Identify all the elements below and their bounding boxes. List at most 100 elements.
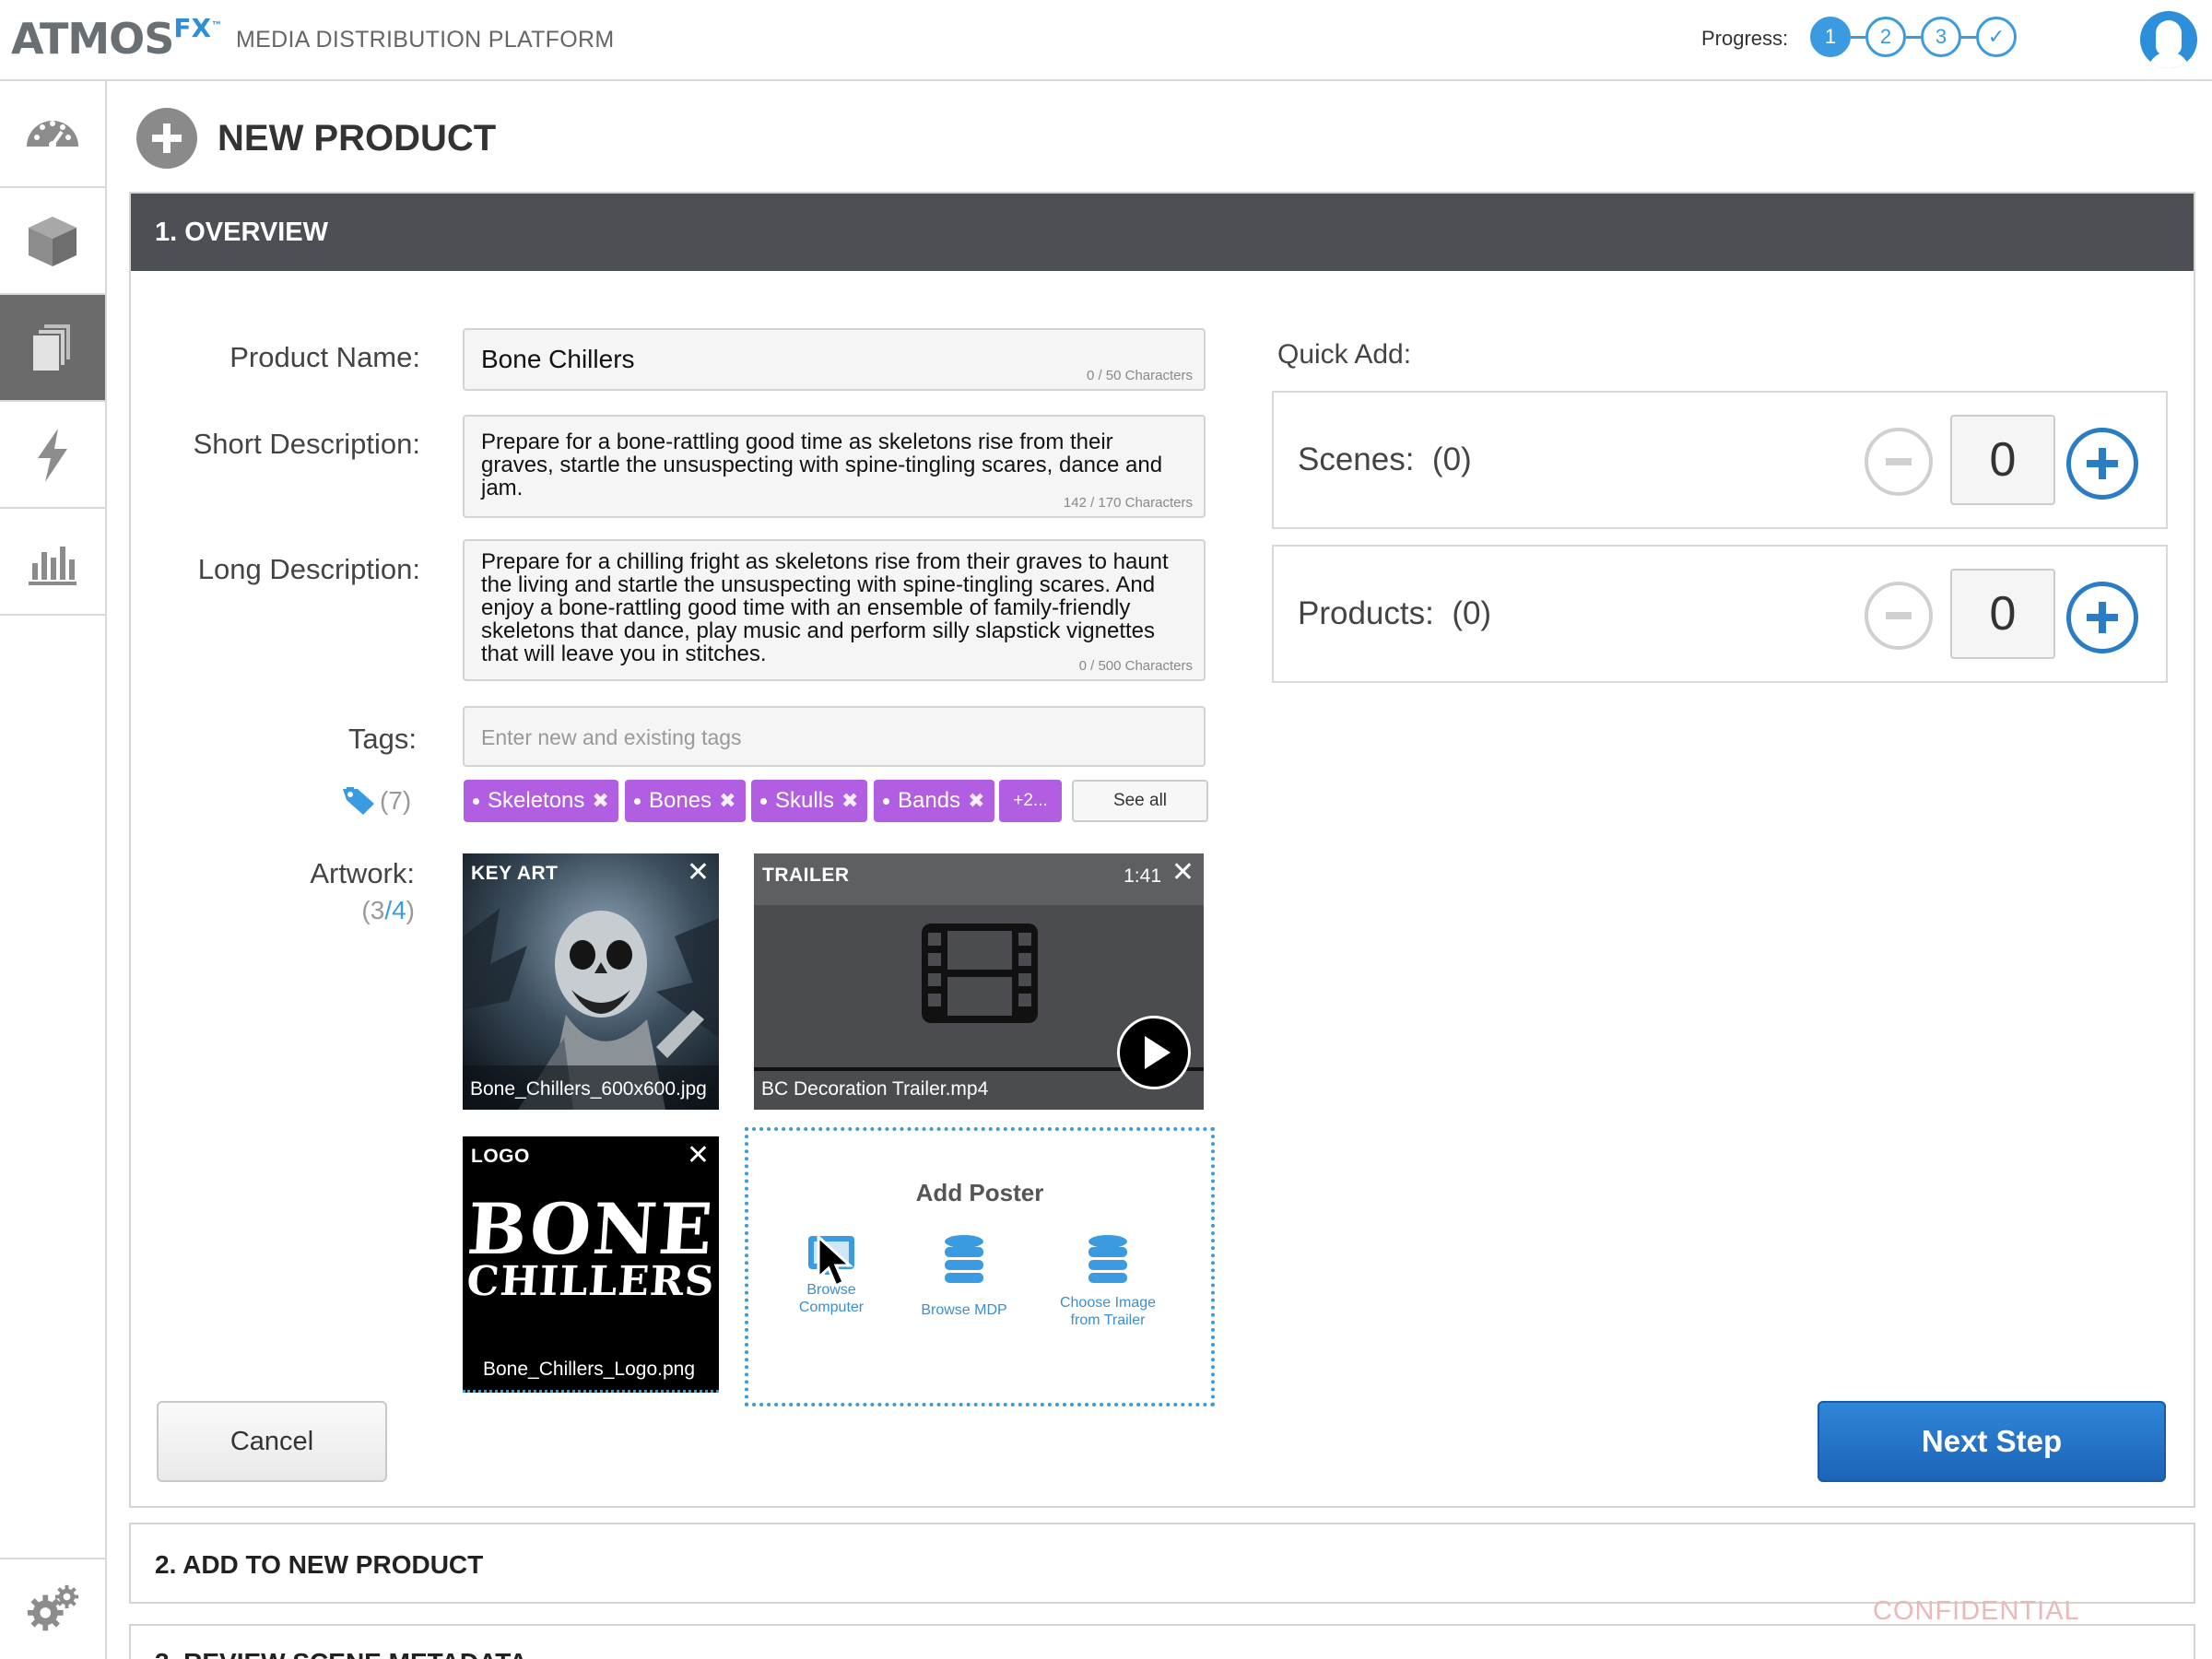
key-art-tile[interactable]: KEY ART ✕ Bone_Chillers_600x600.jpg (463, 853, 719, 1110)
remove-logo-icon[interactable]: ✕ (687, 1142, 710, 1170)
scenes-decrement-button[interactable] (1865, 428, 1933, 496)
add-circle-icon (136, 108, 197, 169)
logo-label: LOGO (471, 1146, 530, 1167)
platform-name: MEDIA DISTRIBUTION PLATFORM (236, 27, 615, 53)
short-description-value: Prepare for a bone-rattling good time as… (481, 429, 1163, 500)
logo-tile[interactable]: LOGO ✕ BONE CHILLERS Bone_Chillers_Logo.… (463, 1136, 719, 1393)
top-header: ATMOSFX™ MEDIA DISTRIBUTION PLATFORM Pro… (0, 0, 2212, 81)
progress-step-done[interactable]: ✓ (1976, 17, 2017, 57)
tag-icon (343, 787, 374, 815)
artwork-count: (3/4) (361, 896, 415, 924)
product-name-counter: 0 / 50 Characters (1086, 368, 1193, 383)
short-description-field[interactable]: Prepare for a bone-rattling good time as… (463, 415, 1206, 518)
tag-chip-label: Skeletons (488, 788, 585, 813)
scenes-quantity-input[interactable]: 0 (1950, 415, 2055, 505)
bar-chart-icon (29, 547, 76, 585)
tags-input[interactable]: Enter new and existing tags (463, 706, 1206, 767)
remove-trailer-icon[interactable]: ✕ (1171, 859, 1194, 887)
quick-add-products: Products: (0) 0 (1272, 545, 2168, 683)
dashboard-icon (27, 121, 78, 148)
page-title: NEW PRODUCT (218, 117, 497, 159)
tag-chip[interactable]: Skeletons ✖ (464, 780, 618, 822)
long-description-counter: 0 / 500 Characters (1078, 658, 1193, 674)
product-name-label: Product Name: (229, 341, 420, 373)
logo-artwork-subline: CHILLERS (465, 1258, 717, 1305)
remove-tag-icon[interactable]: ✖ (841, 789, 858, 813)
mouse-cursor-icon (817, 1235, 853, 1288)
product-name-value: Bone Chillers (481, 345, 635, 373)
products-decrement-button[interactable] (1865, 582, 1933, 650)
next-step-button[interactable]: Next Step (1818, 1401, 2166, 1482)
lightning-icon (38, 429, 67, 482)
add-to-new-product-section[interactable]: 2. ADD TO NEW PRODUCT (129, 1523, 2195, 1604)
sidebar-item-documents[interactable] (0, 295, 105, 402)
tag-chip[interactable]: Bones ✖ (625, 780, 746, 822)
browse-computer-label-2: Computer (798, 1300, 865, 1315)
remove-tag-icon[interactable]: ✖ (719, 789, 735, 813)
scenes-label: Scenes: (0) (1298, 441, 1472, 477)
page-title-row: NEW PRODUCT (136, 107, 496, 170)
sidebar-item-products[interactable] (0, 188, 105, 295)
tag-chip-label: Bands (898, 788, 961, 813)
trailer-filename: BC Decoration Trailer.mp4 (761, 1078, 989, 1100)
progress-step-1[interactable]: 1 (1810, 17, 1851, 57)
trailer-tile[interactable]: TRAILER 1:41 ✕ BC Decoration Trailer.mp4 (754, 853, 1204, 1110)
progress-step-3[interactable]: 3 (1921, 17, 1961, 57)
remove-tag-icon[interactable]: ✖ (592, 789, 608, 813)
step-connector (1851, 35, 1865, 39)
more-tags-chip[interactable]: +2... (999, 780, 1062, 822)
quick-add-scenes: Scenes: (0) 0 (1272, 391, 2168, 529)
browse-mdp-label: Browse MDP (921, 1302, 1007, 1318)
sidebar-item-activity[interactable] (0, 402, 105, 509)
tags-placeholder: Enter new and existing tags (481, 725, 742, 749)
sidebar-item-reports[interactable] (0, 509, 105, 616)
key-art-filename: Bone_Chillers_600x600.jpg (470, 1078, 707, 1100)
long-description-label: Long Description: (197, 553, 420, 585)
trailer-label: TRAILER (762, 865, 850, 886)
play-icon (1145, 1036, 1171, 1069)
key-art-label: KEY ART (471, 863, 559, 884)
add-poster-dropzone[interactable]: Add Poster Browse Computer Browse MDP Ch… (745, 1127, 1215, 1406)
short-description-counter: 142 / 170 Characters (1063, 495, 1193, 511)
database-icon (1088, 1235, 1127, 1283)
cancel-button[interactable]: Cancel (157, 1401, 387, 1482)
confidential-watermark: CONFIDENTIAL (1873, 1596, 2080, 1626)
trailer-duration: 1:41 (1124, 865, 1161, 887)
scenes-increment-button[interactable] (2066, 428, 2138, 500)
atmosfx-logo[interactable]: ATMOSFX™ (11, 13, 222, 64)
logo-trademark: ™ (211, 19, 222, 32)
sidebar-item-dashboard[interactable] (0, 81, 105, 188)
review-scene-metadata-section[interactable]: 3. REVIEW SCENE METADATA (129, 1624, 2195, 1659)
long-description-field[interactable]: Prepare for a chilling fright as skeleto… (463, 539, 1206, 681)
choose-image-from-trailer-button[interactable]: Choose Image from Trailer (1043, 1234, 1172, 1329)
progress-step-2[interactable]: 2 (1865, 17, 1906, 57)
see-all-tags-button[interactable]: See all (1072, 780, 1208, 822)
step-connector (1961, 35, 1976, 39)
progress-steps: 1 2 3 ✓ (1810, 17, 2017, 57)
overview-section-header[interactable]: 1. OVERVIEW (131, 194, 2194, 271)
tag-chip[interactable]: Skulls ✖ (751, 780, 868, 822)
user-avatar-icon[interactable] (2140, 11, 2197, 68)
play-button[interactable] (1117, 1016, 1191, 1089)
browse-mdp-button[interactable]: Browse MDP (909, 1234, 1019, 1319)
tags-count-row: (7) (341, 785, 411, 817)
product-name-field[interactable]: Bone Chillers 0 / 50 Characters (463, 328, 1206, 391)
tags-count[interactable]: (7) (380, 786, 411, 816)
progress-label: Progress: (1701, 27, 1789, 50)
choose-image-label-2: from Trailer (1070, 1312, 1146, 1328)
settings-gears-icon (27, 1584, 79, 1631)
tag-chip[interactable]: Bands ✖ (874, 780, 994, 822)
products-quantity-input[interactable]: 0 (1950, 569, 2055, 659)
logo-main-text: ATMOS (11, 14, 174, 64)
products-increment-button[interactable] (2066, 582, 2138, 653)
long-description-value: Prepare for a chilling fright as skeleto… (481, 549, 1169, 666)
choose-image-label: Choose Image (1059, 1295, 1157, 1311)
sidebar-settings[interactable] (0, 1558, 105, 1659)
logo-fx-text: FX (173, 13, 212, 43)
remove-tag-icon[interactable]: ✖ (968, 789, 984, 813)
film-icon (922, 924, 1038, 1023)
sidebar (0, 81, 107, 1659)
remove-key-art-icon[interactable]: ✕ (687, 859, 710, 887)
logo-artwork: BONE (465, 1188, 717, 1270)
short-description-label: Short Description: (193, 428, 420, 460)
